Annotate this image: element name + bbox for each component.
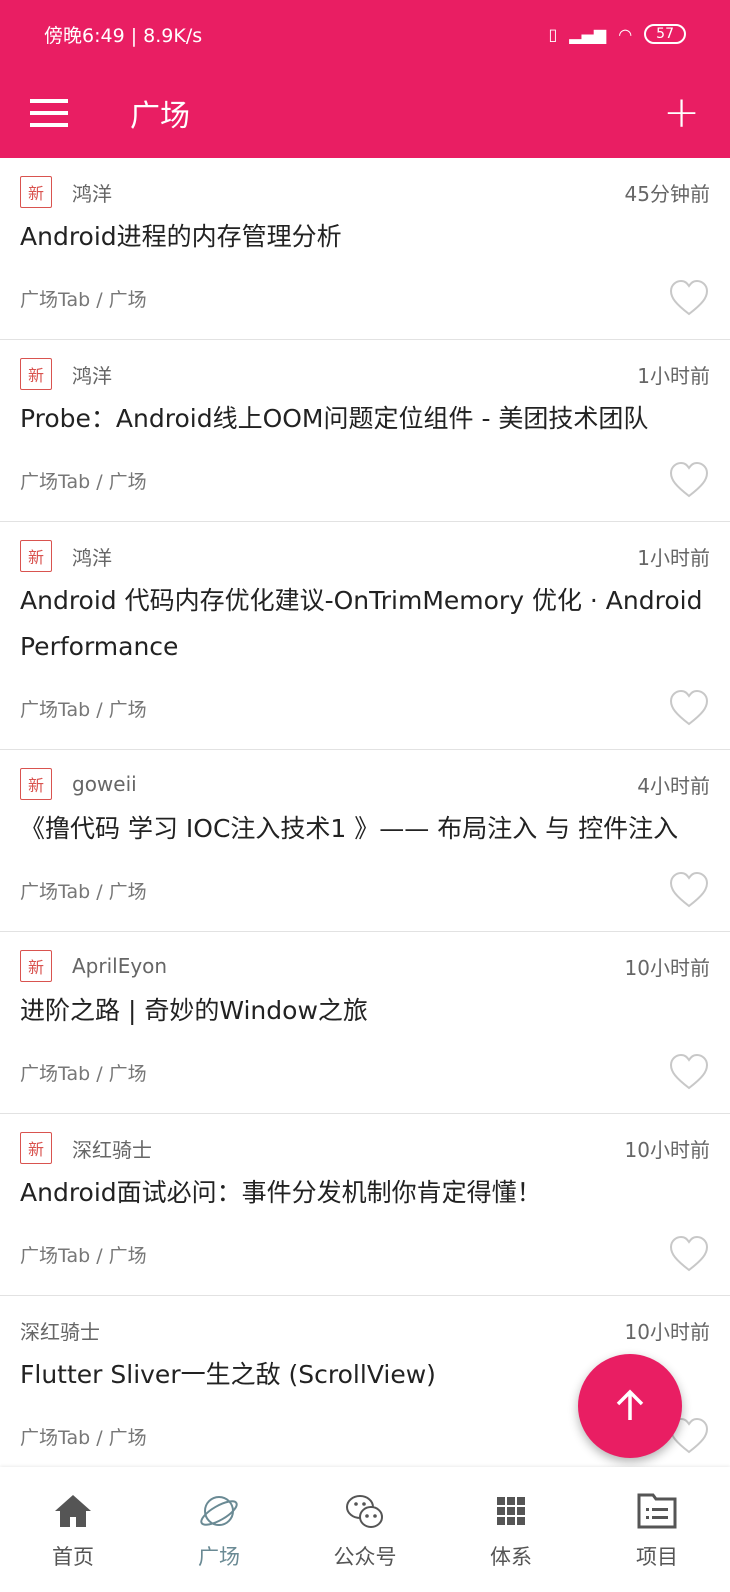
- rotate-icon: ▯: [548, 24, 558, 44]
- category[interactable]: 广场Tab / 广场: [20, 467, 147, 494]
- new-badge: 新: [20, 176, 52, 208]
- category[interactable]: 广场Tab / 广场: [20, 695, 147, 722]
- planet-icon: [200, 1496, 238, 1526]
- article-title[interactable]: 进阶之路 | 奇妙的Window之旅: [20, 988, 710, 1034]
- heart-icon[interactable]: [668, 1052, 710, 1092]
- list-item[interactable]: 新 goweii 4小时前 《撸代码 学习 IOC注入技术1 》—— 布局注入 与 …: [0, 750, 730, 932]
- signal-icon: ▂▄▆: [569, 24, 607, 44]
- header: 傍晚6:49 | 8.9K/s ▯ ▂▄▆ ◠ 57 广场 +: [0, 0, 730, 158]
- category[interactable]: 广场Tab / 广场: [20, 1241, 147, 1268]
- new-badge: 新: [20, 768, 52, 800]
- timestamp: 4小时前: [637, 773, 710, 798]
- page-title: 广场: [130, 99, 190, 134]
- timestamp: 45分钟前: [624, 181, 710, 206]
- new-badge: 新: [20, 1132, 52, 1164]
- tab-label: 首页: [52, 1545, 94, 1569]
- timestamp: 10小时前: [624, 955, 710, 980]
- timestamp: 1小时前: [637, 545, 710, 570]
- article-title[interactable]: Probe：Android线上OOM问题定位组件 - 美团技术团队: [20, 396, 710, 442]
- heart-icon[interactable]: [668, 1234, 710, 1274]
- tab-label: 广场: [198, 1545, 240, 1569]
- wifi-icon: ◠: [618, 24, 633, 44]
- status-time: 傍晚6:49 | 8.9K/s: [44, 24, 203, 47]
- list-item[interactable]: 新 AprilEyon 10小时前 进阶之路 | 奇妙的Window之旅 广场Tab…: [0, 932, 730, 1114]
- author[interactable]: 鸿洋: [72, 360, 637, 389]
- heart-icon[interactable]: [668, 278, 710, 318]
- tab-label: 项目: [636, 1545, 678, 1569]
- arrow-up-icon: [616, 1389, 644, 1420]
- bottom-nav: 首页 广场 公众号 体系 项目: [0, 1467, 730, 1592]
- author[interactable]: goweii: [72, 772, 637, 796]
- tab-label: 公众号: [333, 1545, 397, 1569]
- new-badge: 新: [20, 950, 52, 982]
- list-item[interactable]: 新深红骑士 10小时前 Android面试必问：事件分发机制你肯定得懂！ 广场Ta…: [0, 1114, 730, 1296]
- folder-list-icon: [637, 1493, 677, 1529]
- new-badge: 新: [20, 358, 52, 390]
- grid-icon: [497, 1497, 525, 1525]
- timestamp: 10小时前: [624, 1137, 710, 1162]
- tab-label: 体系: [490, 1545, 532, 1569]
- home-icon: [55, 1495, 91, 1527]
- heart-icon[interactable]: [668, 688, 710, 728]
- article-title[interactable]: Android面试必问：事件分发机制你肯定得懂！: [20, 1170, 710, 1216]
- author[interactable]: 深红骑士: [20, 1316, 625, 1345]
- tab-planet[interactable]: 广场: [146, 1467, 292, 1592]
- wechat-icon: [346, 1495, 383, 1528]
- heart-icon[interactable]: [668, 870, 710, 910]
- list-item[interactable]: 新鸿洋 45分钟前 Android进程的内存管理分析 广场Tab / 广场: [0, 158, 730, 340]
- category[interactable]: 广场Tab / 广场: [20, 285, 147, 312]
- article-title[interactable]: Android进程的内存管理分析: [20, 214, 710, 260]
- author[interactable]: 鸿洋: [72, 542, 637, 571]
- list-item[interactable]: 新鸿洋 1小时前 Android 代码内存优化建议-OnTrimMemory 优化…: [0, 522, 730, 750]
- heart-icon[interactable]: [668, 460, 710, 500]
- author[interactable]: 深红骑士: [72, 1134, 625, 1163]
- author[interactable]: 鸿洋: [72, 178, 625, 207]
- tab-home[interactable]: 首页: [0, 1467, 146, 1592]
- plus-icon[interactable]: +: [663, 91, 700, 135]
- list-item[interactable]: 新鸿洋 1小时前 Probe：Android线上OOM问题定位组件 - 美团技术团…: [0, 340, 730, 522]
- new-badge: 新: [20, 540, 52, 572]
- status-bar: 傍晚6:49 | 8.9K/s ▯ ▂▄▆ ◠ 57: [0, 0, 730, 68]
- timestamp: 1小时前: [637, 363, 710, 388]
- author[interactable]: AprilEyon: [72, 954, 625, 978]
- timestamp: 10小时前: [624, 1319, 710, 1344]
- article-list[interactable]: 新鸿洋 45分钟前 Android进程的内存管理分析 广场Tab / 广场新鸿洋 1…: [0, 158, 730, 1467]
- tab-folder-list[interactable]: 项目: [584, 1467, 730, 1592]
- article-title[interactable]: Android 代码内存优化建议-OnTrimMemory 优化 · Andro…: [20, 578, 710, 670]
- category[interactable]: 广场Tab / 广场: [20, 877, 147, 904]
- category[interactable]: 广场Tab / 广场: [20, 1059, 147, 1086]
- tab-grid[interactable]: 体系: [438, 1467, 584, 1592]
- article-title[interactable]: 《撸代码 学习 IOC注入技术1 》—— 布局注入 与 控件注入: [20, 806, 710, 852]
- scroll-top-button[interactable]: [578, 1354, 682, 1458]
- battery-icon: 57: [644, 24, 686, 44]
- menu-icon[interactable]: [30, 99, 68, 127]
- tab-wechat[interactable]: 公众号: [292, 1467, 438, 1592]
- category[interactable]: 广场Tab / 广场: [20, 1423, 147, 1450]
